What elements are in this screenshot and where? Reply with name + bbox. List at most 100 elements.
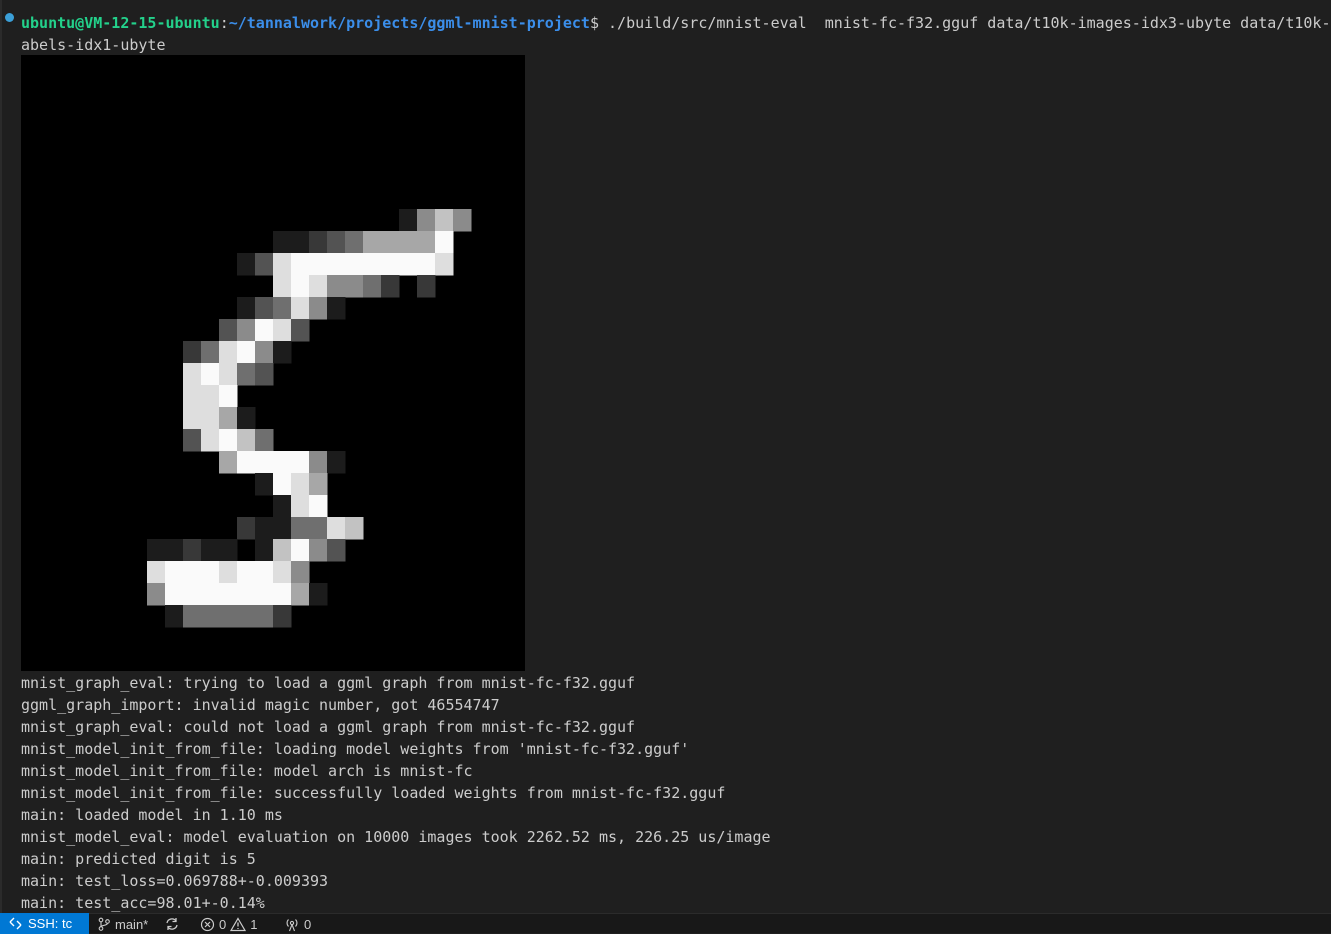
digit-pixel (327, 539, 346, 562)
digit-pixel (237, 561, 256, 584)
digit-pixel (255, 605, 274, 628)
digit-pixel (291, 319, 310, 342)
digit-pixel (309, 539, 328, 562)
digit-pixel (291, 495, 310, 518)
command-wrap-line: abels-idx1-ubyte (21, 36, 166, 54)
digit-pixel (237, 605, 256, 628)
output-line: ggml_graph_import: invalid magic number,… (21, 696, 500, 714)
branch-label: main* (115, 916, 149, 932)
digit-pixel (291, 253, 310, 276)
digit-pixel (417, 253, 436, 276)
digit-pixel (201, 561, 220, 584)
digit-pixel (165, 583, 184, 606)
digit-pixel (201, 539, 220, 562)
digit-pixel (183, 605, 202, 628)
terminal-panel[interactable]: ubuntu@VM-12-15-ubuntu:~/tannalwork/proj… (0, 0, 1331, 913)
ports-indicator[interactable]: 0 (284, 914, 311, 934)
digit-pixel (201, 341, 220, 364)
digit-pixel (291, 539, 310, 562)
digit-pixel (255, 297, 274, 320)
digit-pixel (381, 231, 400, 254)
command-line: ubuntu@VM-12-15-ubuntu:~/tannalwork/proj… (21, 12, 1331, 34)
digit-pixel (291, 275, 310, 298)
digit-pixel (309, 451, 328, 474)
digit-pixel (273, 341, 292, 364)
digit-pixel (201, 429, 220, 452)
digit-pixel (309, 495, 328, 518)
digit-pixel (417, 231, 436, 254)
digit-pixel (399, 231, 418, 254)
remote-label: SSH: tc (28, 916, 73, 931)
digit-pixel (255, 451, 274, 474)
digit-pixel (345, 275, 364, 298)
digit-pixel (291, 517, 310, 540)
terminal-gutter (0, 0, 2, 913)
warning-icon (230, 916, 247, 932)
digit-pixel (345, 253, 364, 276)
digit-pixel (219, 341, 238, 364)
digit-pixel (219, 407, 238, 430)
digit-pixel (309, 275, 328, 298)
digit-pixel (273, 231, 292, 254)
digit-pixel (327, 451, 346, 474)
digit-pixel (237, 253, 256, 276)
digit-pixel (291, 451, 310, 474)
digit-pixel (417, 275, 436, 298)
digit-pixel (309, 297, 328, 320)
problems-indicator[interactable]: 0 1 (200, 914, 257, 934)
digit-pixel (399, 209, 418, 232)
digit-pixel (183, 429, 202, 452)
output-line: main: predicted digit is 5 (21, 850, 256, 868)
status-bar: SSH: tc main* 0 1 0 (0, 913, 1331, 934)
digit-pixel (165, 539, 184, 562)
digit-pixel (435, 209, 454, 232)
digit-pixel (219, 451, 238, 474)
digit-pixel (201, 407, 220, 430)
output-line: mnist_graph_eval: could not load a ggml … (21, 718, 636, 736)
warning-count: 1 (250, 916, 258, 932)
digit-pixel (183, 385, 202, 408)
digit-pixel (363, 275, 382, 298)
digit-pixel (291, 231, 310, 254)
digit-pixel-grid (147, 209, 472, 628)
digit-pixel (381, 275, 400, 298)
digit-pixel (273, 605, 292, 628)
digit-pixel (237, 451, 256, 474)
digit-pixel (291, 561, 310, 584)
output-line: mnist_model_init_from_file: successfully… (21, 784, 726, 802)
git-branch-icon (97, 917, 111, 931)
digit-pixel (363, 253, 382, 276)
digit-pixel (435, 231, 454, 254)
command-decoration-icon[interactable] (5, 13, 14, 22)
sync-icon (164, 916, 180, 932)
digit-pixel (201, 385, 220, 408)
output-line: main: loaded model in 1.10 ms (21, 806, 283, 824)
prompt-symbol: $ (589, 14, 599, 32)
output-line: mnist_model_init_from_file: loading mode… (21, 740, 690, 758)
digit-pixel (237, 583, 256, 606)
digit-pixel (219, 561, 238, 584)
remote-indicator[interactable]: SSH: tc (0, 913, 89, 934)
digit-pixel (183, 341, 202, 364)
digit-pixel (237, 319, 256, 342)
digit-pixel (291, 297, 310, 320)
digit-pixel (327, 275, 346, 298)
digit-pixel (255, 473, 274, 496)
digit-pixel (363, 231, 382, 254)
broadcast-icon (284, 917, 300, 932)
digit-pixel (417, 209, 436, 232)
digit-pixel (291, 473, 310, 496)
digit-pixel (201, 363, 220, 386)
digit-pixel (183, 363, 202, 386)
digit-pixel (327, 297, 346, 320)
output-line: mnist_model_init_from_file: model arch i… (21, 762, 473, 780)
digit-pixel (237, 517, 256, 540)
digit-pixel (255, 253, 274, 276)
digit-pixel (327, 231, 346, 254)
digit-pixel (273, 275, 292, 298)
prompt-user: ubuntu@VM-12-15-ubuntu (21, 14, 220, 32)
digit-pixel (165, 605, 184, 628)
sync-button[interactable] (164, 914, 180, 934)
branch-indicator[interactable]: main* (97, 914, 148, 934)
digit-pixel (309, 253, 328, 276)
